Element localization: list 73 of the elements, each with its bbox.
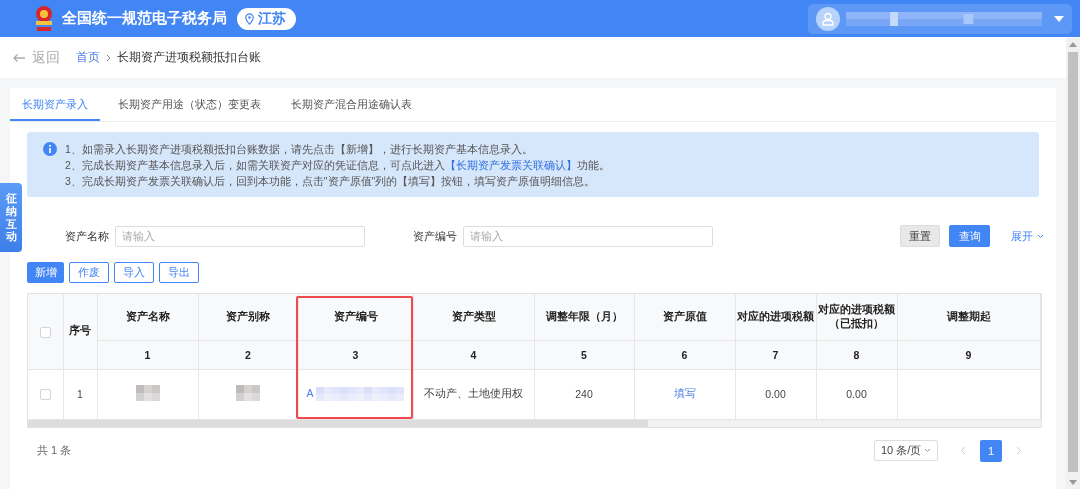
breadcrumb-link[interactable]: 首页 xyxy=(76,49,100,66)
scroll-down-icon[interactable] xyxy=(1069,480,1077,485)
tab[interactable]: 长期资产混合用途确认表 xyxy=(279,88,424,121)
action-button[interactable]: 导入 xyxy=(114,262,154,283)
column-number: 2 xyxy=(245,348,251,361)
back-arrow-icon xyxy=(12,52,26,63)
notice-link[interactable]: 【长期资产发票关联确认】 xyxy=(444,159,577,171)
action-button[interactable]: 导出 xyxy=(159,262,199,283)
column-header: 调整期起 xyxy=(946,309,991,322)
column-number: 4 xyxy=(470,348,477,361)
chevron-icon xyxy=(106,53,111,62)
column-header: 资产别称 xyxy=(226,309,270,322)
checkbox[interactable] xyxy=(39,326,51,338)
column-number: 6 xyxy=(681,348,688,361)
next-page-icon[interactable] xyxy=(1016,446,1022,455)
column-number: 7 xyxy=(772,348,779,361)
tab[interactable]: 长期资产录入 xyxy=(10,88,100,121)
breadcrumb-current: 长期资产进项税额抵扣台账 xyxy=(117,49,261,66)
previous-page-icon[interactable] xyxy=(960,446,966,455)
chevron-down-icon xyxy=(1037,233,1044,239)
fill-in-link[interactable]: 填写 xyxy=(673,387,696,399)
column-number: 9 xyxy=(965,348,972,361)
chevron-down-icon xyxy=(924,448,931,453)
scroll-up-icon[interactable] xyxy=(1069,42,1077,47)
column-header: 资产原值 xyxy=(662,309,707,322)
horizontal-scrollbar[interactable] xyxy=(28,419,1041,427)
page-button[interactable]: 1 xyxy=(980,439,1002,462)
page-size-select[interactable]: 10 条/页 xyxy=(874,440,938,461)
table-cell: 0.00 xyxy=(765,388,786,400)
column-header: 资产名称 xyxy=(125,309,170,322)
action-button[interactable]: 新增 xyxy=(27,262,64,283)
action-button[interactable]: 作废 xyxy=(69,262,109,283)
table-cell: 240 xyxy=(575,388,593,400)
column-header: 对应的进项税额（已抵扣） xyxy=(818,302,895,329)
asset-number-link[interactable]: A xyxy=(306,387,314,399)
input-field[interactable]: 请输入 xyxy=(115,225,365,247)
avatar-icon xyxy=(816,6,840,31)
field-label: 资产名称 xyxy=(65,228,109,244)
column-number: 3 xyxy=(352,348,359,361)
column-header: 对应的进项税额 xyxy=(737,309,814,322)
column-number: 8 xyxy=(853,348,860,361)
blurred-text xyxy=(236,385,260,401)
column-header: 序号 xyxy=(69,324,91,337)
total-count: 共 1 条 xyxy=(37,443,72,458)
table-cell: 不动产、土地使用权 xyxy=(424,387,523,399)
reset-button[interactable]: 重置 xyxy=(900,225,940,247)
expand-link[interactable]: 展开 xyxy=(1011,228,1044,244)
location-pin-icon xyxy=(245,12,254,25)
side-tab[interactable]: 征纳互动 xyxy=(0,183,22,252)
region-selector[interactable]: 江苏 xyxy=(237,7,296,30)
column-header: 调整年限（月） xyxy=(545,309,623,322)
vertical-scrollbar[interactable] xyxy=(1066,38,1080,489)
blurred-text xyxy=(135,385,160,401)
column-number: 1 xyxy=(144,348,151,361)
tab[interactable]: 长期资产用途（状态）变更表 xyxy=(106,88,273,121)
field-label: 资产编号 xyxy=(413,228,457,244)
column-header: 资产编号 xyxy=(333,309,378,322)
notice-text: 3、完成长期资产发票关联确认后，回到本功能，点击"资产原值"列的【填写】按钮，填写资产原值明细信息。 xyxy=(65,174,597,189)
emblem-icon xyxy=(34,4,54,33)
query-button[interactable]: 查询 xyxy=(949,225,990,247)
column-header: 资产类型 xyxy=(451,309,496,322)
table-cell: 0.00 xyxy=(846,388,867,400)
info-icon xyxy=(43,142,57,156)
notice-text: 1、如需录入长期资产进项税额抵扣台账数据，请先点击【新增】，进行长期资产基本信息录入。 xyxy=(65,142,534,157)
table-cell: 1 xyxy=(77,388,83,400)
site-title: 全国统一规范电子税务局 xyxy=(62,9,227,28)
input-field[interactable]: 请输入 xyxy=(463,225,713,247)
column-number: 5 xyxy=(581,348,587,361)
notice-text: 2、完成长期资产基本信息录入后，如需关联资产对应的凭证信息，可点此进入【长期资产发票关联确认】功能。 xyxy=(65,158,610,173)
user-menu[interactable] xyxy=(808,3,1072,34)
checkbox[interactable] xyxy=(39,389,51,401)
back-link[interactable]: 返回 xyxy=(12,48,60,67)
caret-icon xyxy=(1054,15,1064,22)
